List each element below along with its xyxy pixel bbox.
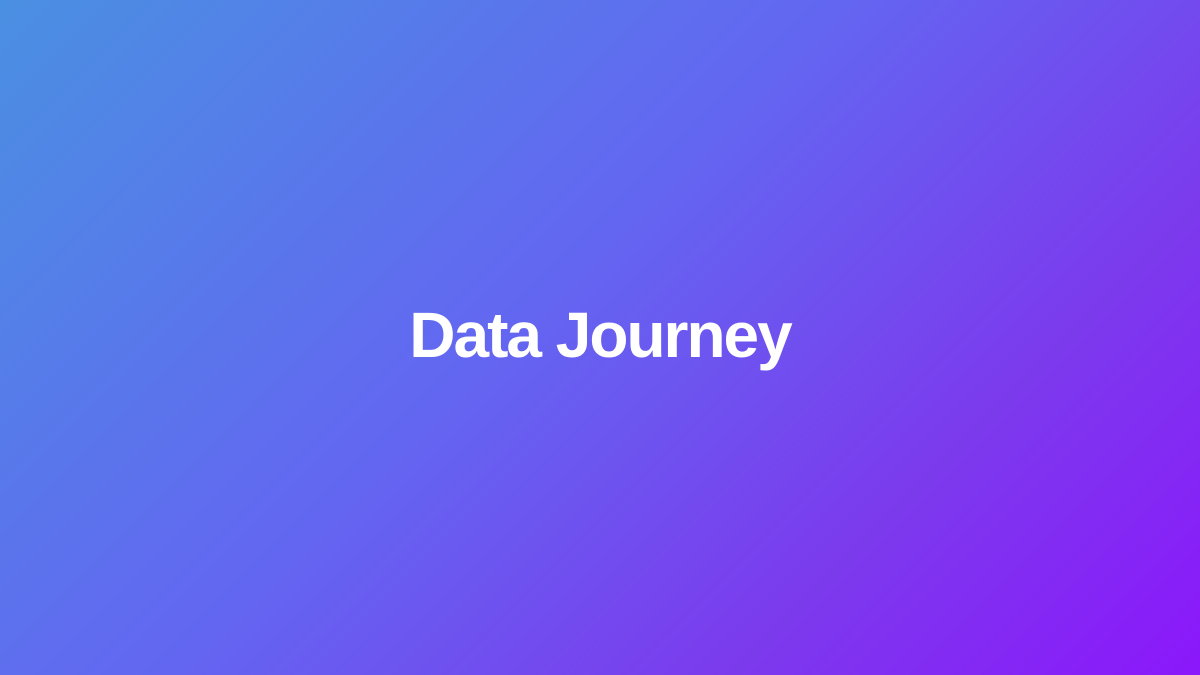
page-title: Data Journey [409,298,792,371]
hero-banner: Data Journey [0,0,1200,675]
